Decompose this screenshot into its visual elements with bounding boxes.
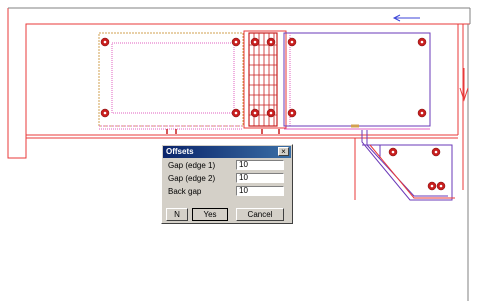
close-icon[interactable]: × [278,147,289,156]
grille-outline [243,30,287,129]
back-gap-label: Back gap [168,187,202,196]
cabinet-left-inner [99,42,243,130]
dialog-title: Offsets [166,147,194,156]
offsets-dialog: Offsets × Gap (edge 1) 10 Gap (edge 2) 1… [161,144,293,224]
cabinet-left[interactable] [98,32,244,127]
gap-edge-1-input[interactable]: 10 [236,160,284,170]
n-button[interactable]: N [166,208,188,221]
gap-edge-2-label: Gap (edge 2) [168,174,216,183]
back-gap-input[interactable]: 10 [236,186,284,196]
dialog-title-bar[interactable]: Offsets × [163,146,291,158]
handle-marks [166,124,359,134]
gap-edge-2-input[interactable]: 10 [236,173,284,183]
corner-unit-red [354,138,455,200]
yes-button[interactable]: Yes [192,208,228,221]
cabinet-right[interactable] [283,32,431,130]
gap-edge-1-label: Gap (edge 1) [168,161,216,170]
direction-arrow-icon [392,14,420,22]
cancel-button[interactable]: Cancel [236,208,284,221]
direction-arrow-icon [459,68,469,102]
